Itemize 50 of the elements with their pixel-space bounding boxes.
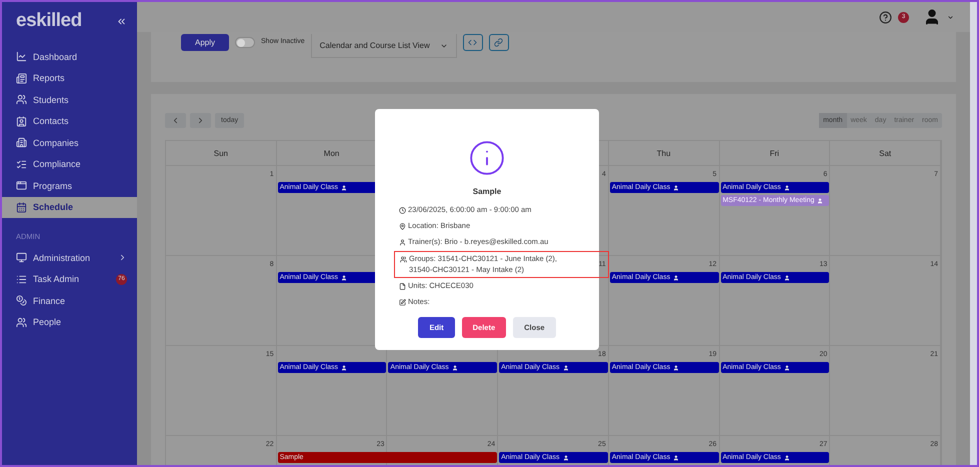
users-icon — [400, 256, 407, 263]
apply-button[interactable]: Apply — [181, 34, 230, 51]
sidebar-item[interactable]: Students — [2, 89, 137, 110]
users-icon — [16, 316, 27, 328]
caret-icon — [947, 14, 954, 20]
sidebar-item[interactable]: Contacts — [2, 110, 137, 132]
help-icon[interactable] — [879, 10, 892, 24]
info-icon — [468, 139, 506, 177]
chart-icon — [16, 51, 27, 62]
sidebar-item[interactable]: Schedule — [2, 196, 137, 218]
edit-icon — [399, 299, 406, 306]
dialog-title: Sample — [472, 187, 502, 196]
report-icon — [16, 72, 27, 84]
chevron-right-icon — [196, 116, 205, 125]
view-select[interactable]: Calendar and Course List View — [310, 34, 457, 58]
clock-icon — [399, 207, 406, 214]
weekday-header: Sat — [879, 148, 892, 158]
sidebar-item[interactable]: Dashboard — [2, 46, 137, 68]
weekday-header: Thu — [656, 148, 671, 158]
code-button[interactable] — [462, 34, 483, 51]
checklist-icon — [16, 158, 27, 170]
window-icon — [16, 180, 27, 192]
weekday-header: Fri — [770, 148, 780, 158]
code-icon — [468, 38, 478, 47]
file-icon — [399, 283, 406, 290]
calendar-icon — [16, 202, 27, 213]
link-button[interactable] — [488, 34, 509, 51]
sidebar-item[interactable]: Administration — [2, 247, 137, 268]
sidebar-item[interactable]: People — [2, 312, 137, 333]
sidebar-item[interactable]: Compliance — [2, 154, 137, 175]
sidebar-item[interactable]: Companies — [2, 132, 137, 154]
sidebar-item[interactable]: Reports — [2, 68, 137, 89]
contact-icon — [16, 116, 27, 127]
link-icon — [494, 38, 504, 47]
person-icon — [399, 238, 406, 246]
sidebar-item[interactable]: Finance — [2, 290, 137, 312]
collapse-icon[interactable] — [116, 16, 127, 26]
monitor-icon — [16, 252, 27, 264]
weekday-header: Mon — [324, 148, 340, 158]
pin-icon — [399, 222, 406, 230]
coins-icon — [16, 295, 27, 306]
users-icon — [16, 94, 27, 106]
list-icon — [16, 274, 27, 285]
toggle-switch[interactable] — [235, 37, 256, 48]
user-icon[interactable] — [923, 8, 941, 26]
logo: eskilled — [16, 10, 82, 32]
chevron-left-icon — [171, 116, 180, 125]
weekday-header: Sun — [214, 148, 228, 158]
building-icon — [16, 137, 27, 148]
sidebar-item[interactable]: Programs — [2, 175, 137, 196]
